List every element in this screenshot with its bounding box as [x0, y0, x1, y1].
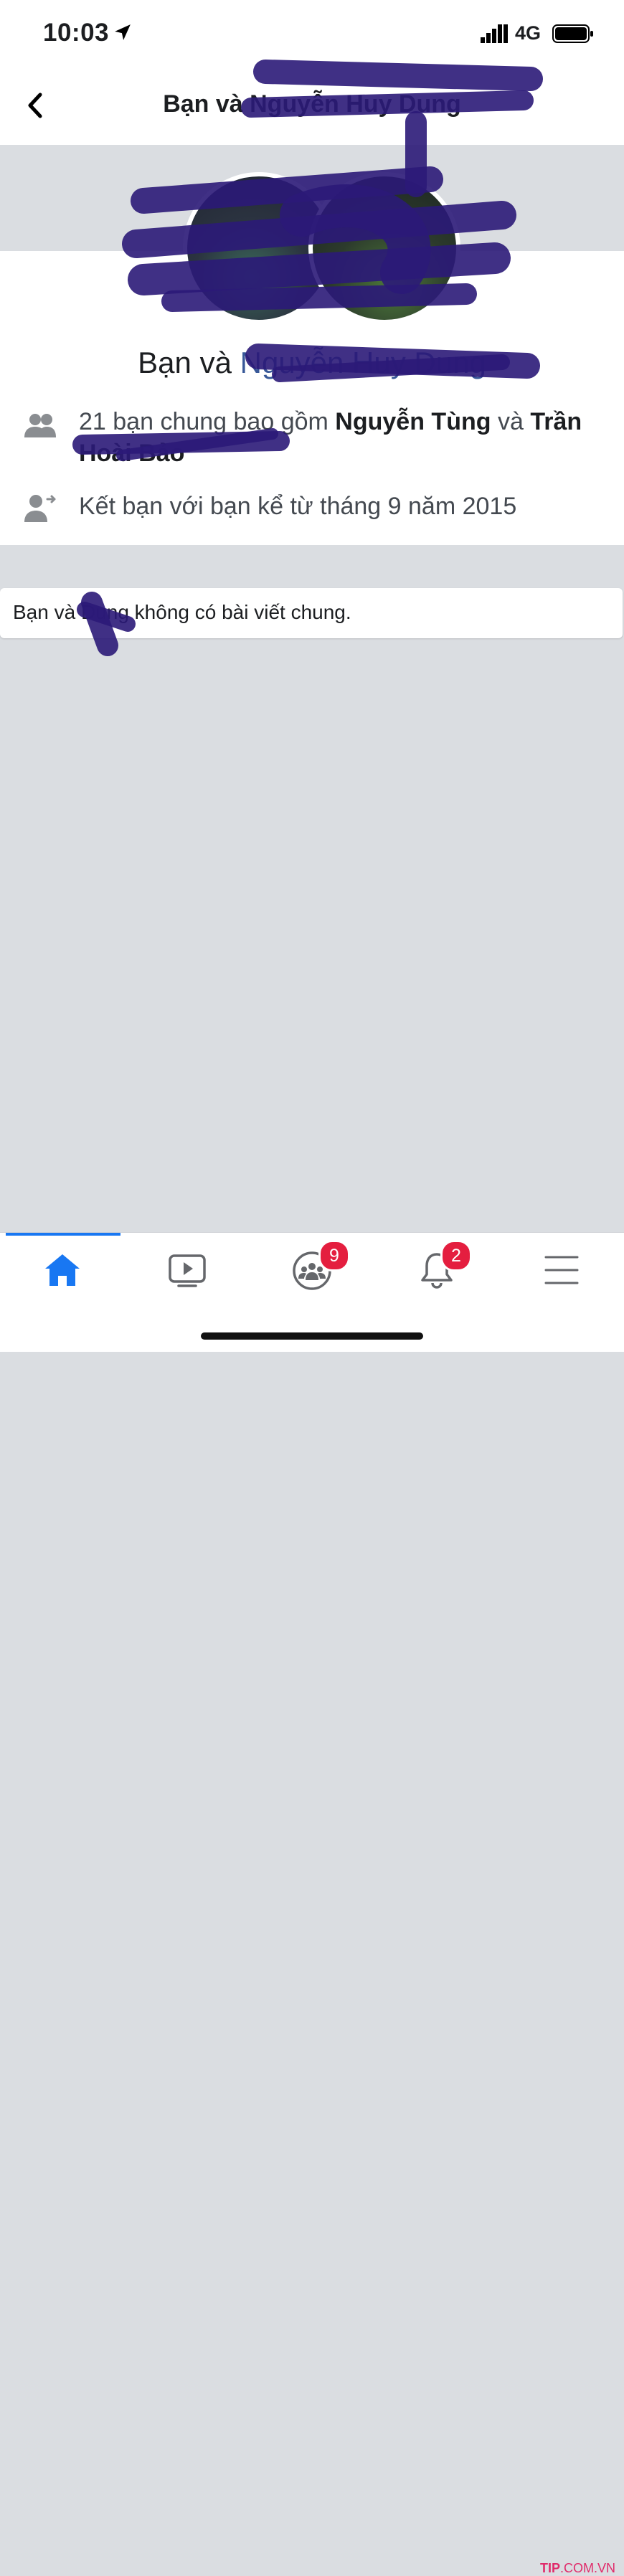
network-type: 4G	[515, 22, 542, 44]
status-bar: 10:03 4G	[0, 0, 624, 69]
tab-groups[interactable]: 9	[250, 1233, 374, 1312]
mutual-join: và	[491, 408, 531, 435]
navigation-bar: Bạn và Nguyễn Huy Dung	[0, 69, 624, 145]
notifications-badge: 2	[440, 1240, 472, 1272]
page-title: Bạn và Nguyễn Huy Dung	[163, 90, 461, 118]
status-time: 10:03	[43, 19, 110, 47]
mutual-friends-text: 21 bạn chung bao gồm Nguyễn Tùng và Trần…	[79, 406, 595, 469]
menu-icon	[544, 1256, 579, 1284]
friendship-pair-name: Bạn và Nguyễn Huy Dung	[0, 346, 624, 380]
friends-icon	[24, 414, 56, 437]
groups-badge: 9	[318, 1240, 350, 1272]
battery-icon	[552, 24, 593, 43]
mutual-prefix: 21 bạn chung bao gồm	[79, 408, 336, 435]
shared-posts-card: Bạn và Dung không có bài viết chung.	[0, 588, 623, 638]
home-indicator[interactable]	[201, 1332, 423, 1340]
tab-notifications[interactable]: 2	[374, 1233, 499, 1312]
signal-icon	[481, 24, 508, 43]
location-arrow-icon	[115, 24, 131, 40]
friend-name-link[interactable]: Nguyễn Huy Dung	[240, 346, 486, 379]
avatar-friend[interactable]	[308, 172, 460, 324]
active-tab-indicator	[6, 1233, 120, 1236]
tab-watch[interactable]	[125, 1233, 250, 1312]
watermark: TIP.COM.VN	[540, 2561, 615, 2576]
no-shared-posts-text: Bạn và Dung không có bài viết chung.	[13, 601, 351, 623]
tab-menu[interactable]	[499, 1233, 624, 1312]
pair-prefix: Bạn và	[138, 346, 240, 379]
friends-since-text: Kết bạn với bạn kể từ tháng 9 năm 2015	[79, 493, 517, 520]
mutual-friend-1[interactable]: Nguyễn Tùng	[335, 408, 491, 435]
tab-home[interactable]	[0, 1233, 125, 1312]
home-icon	[45, 1254, 80, 1286]
watermark-domain: .COM.VN	[559, 2561, 615, 2575]
watermark-brand: TIP	[539, 2561, 560, 2575]
video-icon	[169, 1254, 206, 1287]
add-friend-icon	[24, 495, 56, 522]
